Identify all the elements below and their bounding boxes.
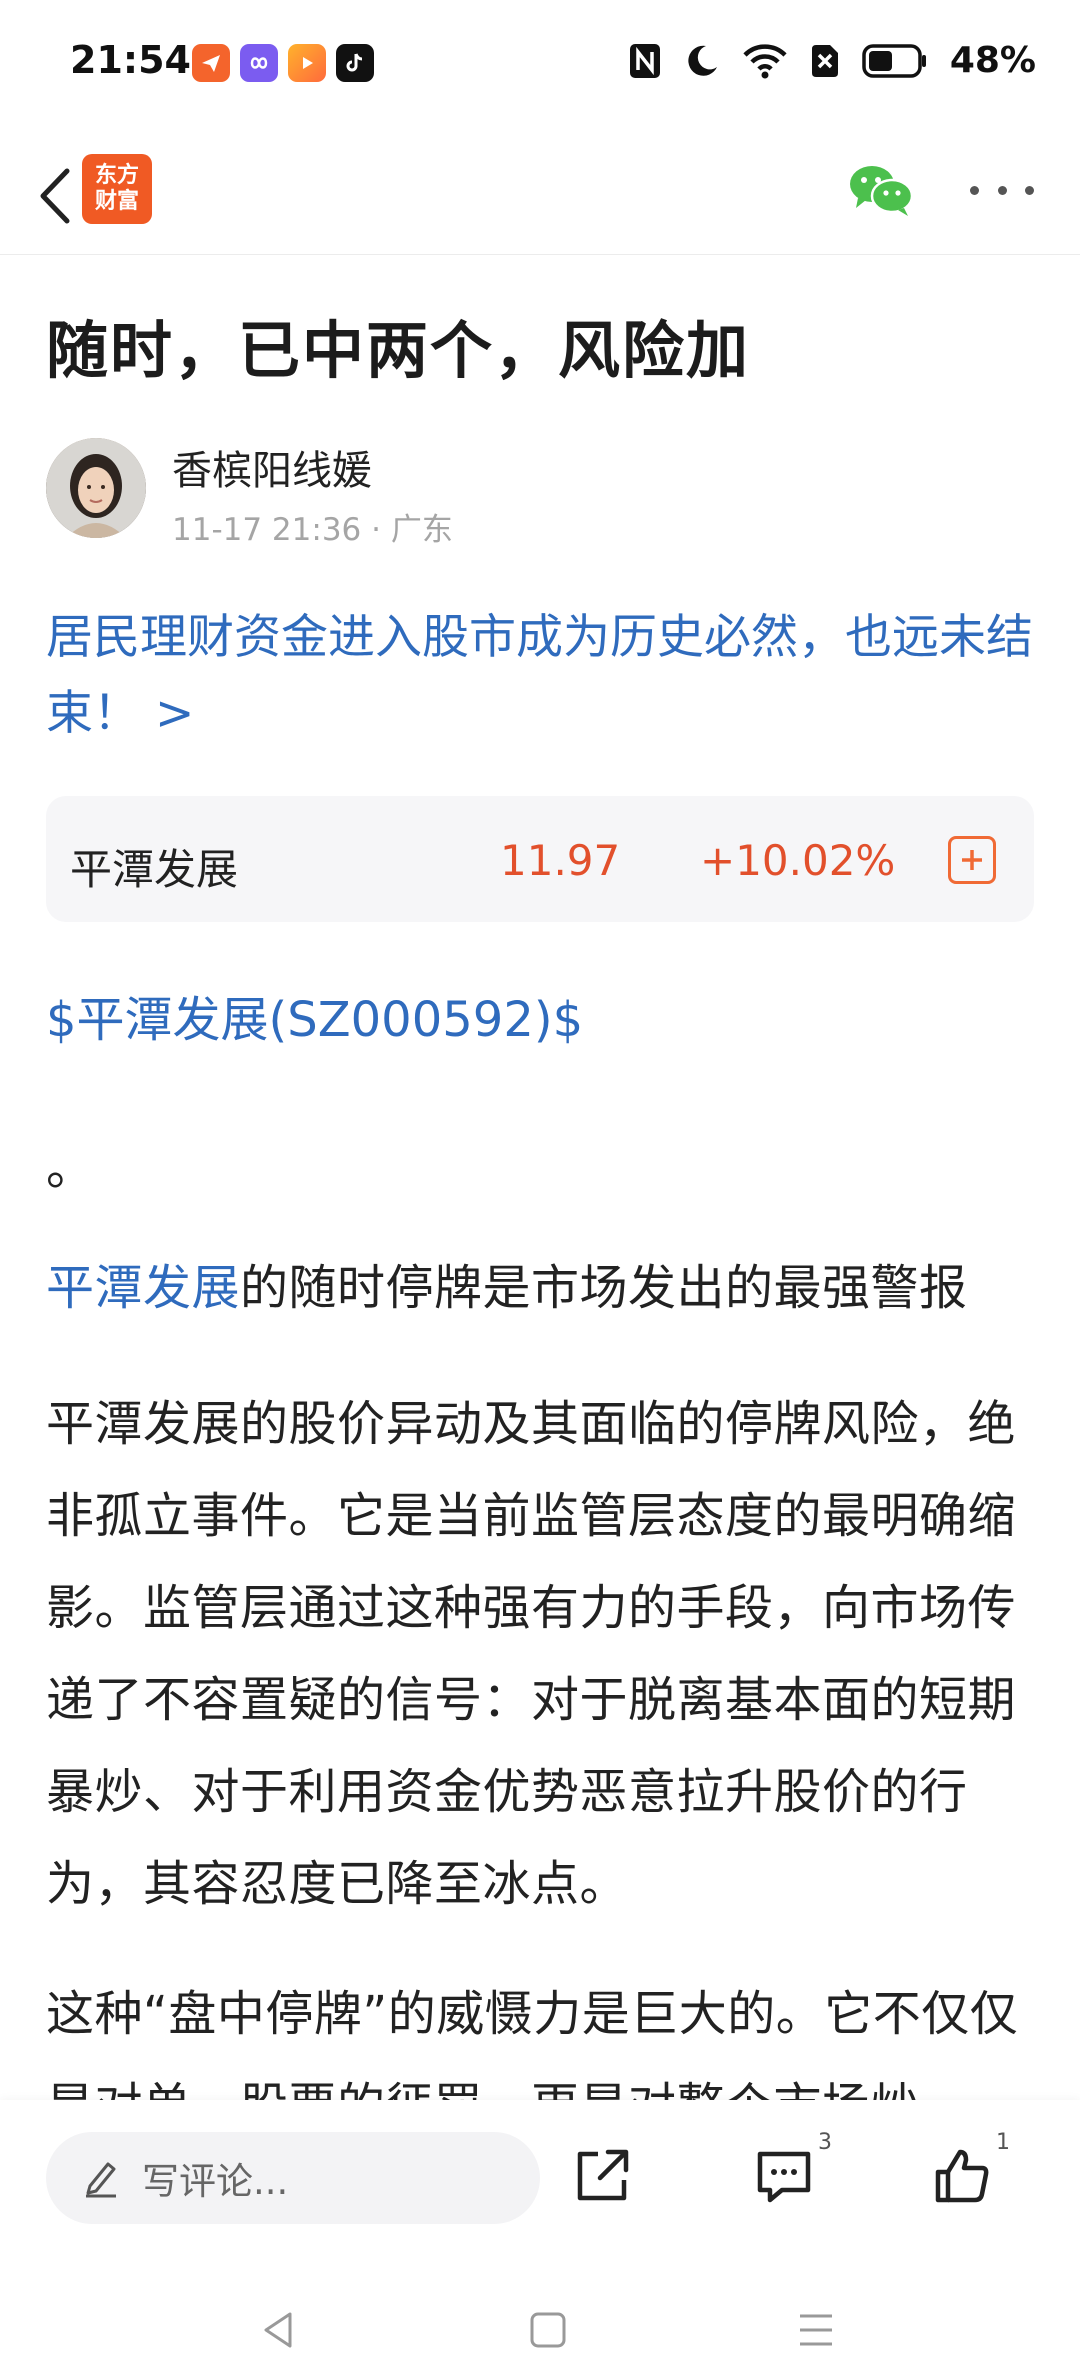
post-meta: 11-17 21:36 · 广东 — [172, 504, 453, 549]
status-bar: 21:54 48% — [0, 0, 1080, 130]
plus-icon — [962, 850, 982, 870]
body-paragraph: 平潭发展的随时停牌是市场发出的最强警报 — [46, 1242, 1046, 1334]
author-name[interactable]: 香槟阳线媛 — [172, 438, 372, 496]
stock-change: +10.02% — [700, 836, 896, 885]
wifi-icon — [743, 43, 787, 78]
stock-tag-link[interactable]: $平潭发展(SZ000592)$ — [46, 980, 583, 1050]
logo-line-1: 东方 — [94, 163, 139, 188]
comment-input[interactable]: 写评论... — [46, 2132, 540, 2224]
dot-icon — [970, 185, 979, 195]
body-period: 。 — [46, 1140, 95, 1196]
paragraph-text: 的随时停牌是市场发出的最强警报 — [240, 1260, 968, 1316]
dot-icon — [997, 185, 1007, 195]
stock-quote-card[interactable]: 平潭发展 11.97 +10.02% — [46, 796, 1034, 922]
square-home-icon — [530, 2312, 566, 2348]
battery-percent: 48% — [949, 40, 1036, 81]
system-recents-button[interactable] — [792, 2306, 840, 2354]
comments-button[interactable]: 3 — [752, 2130, 832, 2208]
infinity-app-icon — [240, 44, 278, 82]
nfc-icon — [629, 43, 660, 78]
stock-price: 11.97 — [500, 836, 621, 885]
promo-link[interactable]: 居民理财资金进入股市成为历史必然，也远未结束！ > — [46, 600, 1046, 752]
share-button[interactable] — [570, 2144, 634, 2208]
status-time: 21:54 — [70, 38, 191, 82]
bottom-action-bar: 写评论... 3 1 — [0, 2100, 1080, 2376]
post-location: · 广东 — [371, 512, 453, 548]
author-avatar[interactable] — [46, 438, 146, 538]
body-paragraph: 这种“盘中停牌”的威慑力是巨大的。它不仅仅是对单一股票的惩罚，更是对整个市场炒 — [46, 1986, 1019, 2108]
moon-icon — [688, 45, 717, 76]
system-navigation-bar — [0, 2276, 1080, 2376]
send-app-icon — [192, 44, 230, 82]
battery-icon — [862, 43, 926, 78]
logo-line-2: 财富 — [94, 189, 139, 214]
top-nav-bar: 东方 财富 — [0, 140, 1080, 255]
post-timestamp: 11-17 21:36 — [172, 512, 362, 548]
comment-count-badge: 3 — [818, 2130, 832, 2155]
avatar-portrait-icon — [46, 438, 146, 538]
notification-app-icons — [192, 44, 374, 82]
stock-name: 平潭发展 — [70, 845, 239, 894]
add-watchlist-button[interactable] — [948, 836, 996, 884]
more-options-button[interactable] — [970, 170, 1034, 210]
triangle-back-icon — [264, 2312, 292, 2348]
comment-placeholder: 写评论... — [142, 2160, 289, 2203]
eastmoney-logo[interactable]: 东方 财富 — [82, 154, 152, 224]
wechat-icon — [850, 166, 914, 216]
menu-lines-icon — [800, 2314, 832, 2346]
back-arrow-icon — [40, 168, 70, 224]
like-button[interactable]: 1 — [930, 2130, 1010, 2208]
article-title: 随时，已中两个，风险加 — [46, 314, 751, 387]
comment-icon — [757, 2151, 811, 2203]
video-app-icon — [288, 44, 326, 82]
wechat-share-button[interactable] — [846, 160, 916, 220]
back-button[interactable] — [22, 160, 86, 232]
system-back-button[interactable] — [256, 2306, 304, 2354]
system-home-button[interactable] — [524, 2306, 572, 2354]
like-count-badge: 1 — [996, 2130, 1010, 2155]
share-icon — [577, 2149, 629, 2201]
tiktok-app-icon — [336, 44, 374, 82]
body-paragraph: 平潭发展的股价异动及其面临的停牌风险，绝非孤立事件。它是当前监管层态度的最明确缩… — [46, 1396, 1017, 1912]
status-right-icons: 48% — [628, 40, 1036, 81]
pencil-icon — [86, 2162, 116, 2198]
sim-off-icon — [811, 44, 838, 77]
dot-icon — [1025, 185, 1034, 195]
stock-mention-link[interactable]: 平潭发展 — [46, 1260, 240, 1316]
thumbs-up-icon — [935, 2149, 989, 2203]
